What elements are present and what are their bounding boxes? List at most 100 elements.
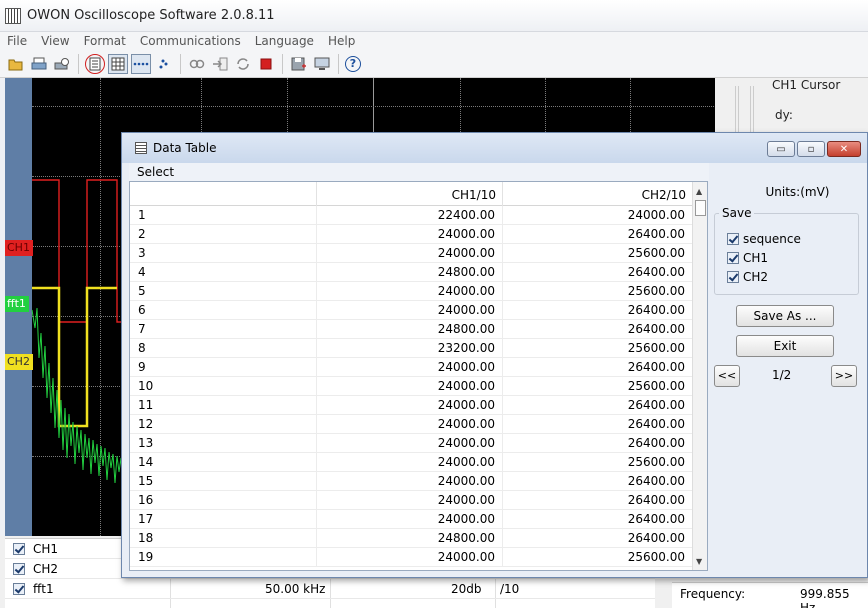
- link-icon[interactable]: [187, 54, 207, 74]
- stop-icon[interactable]: [256, 54, 276, 74]
- ch1-value: 24000.00: [317, 244, 503, 263]
- row-index: 2: [130, 225, 317, 244]
- menu-select[interactable]: Select: [129, 163, 709, 181]
- row-index: 6: [130, 301, 317, 320]
- table-row[interactable]: 12 24000.00 26400.00: [130, 415, 692, 434]
- data-table: CH1/10 CH2/10 1 22400.00 24000.00 2 24000.00…: [129, 181, 708, 571]
- save-as-button[interactable]: Save As ...: [736, 305, 834, 327]
- toolbar-separator: [78, 53, 79, 74]
- ch1-value: 24800.00: [317, 263, 503, 282]
- minimize-button[interactable]: ▭: [767, 141, 795, 157]
- print-icon[interactable]: [29, 54, 49, 74]
- table-row[interactable]: 18 24800.00 26400.00: [130, 529, 692, 548]
- channel-row[interactable]: fft1 50.00 kHz 20db /10: [5, 579, 655, 599]
- ch1-value: 24000.00: [317, 453, 503, 472]
- column-header-index[interactable]: [130, 182, 317, 206]
- menu-file[interactable]: File: [0, 34, 34, 48]
- units-label: Units:(mV): [765, 185, 830, 199]
- frequency-value: 999.855 Hz: [800, 587, 850, 608]
- table-row[interactable]: 16 24000.00 26400.00: [130, 491, 692, 510]
- exit-button[interactable]: Exit: [736, 335, 834, 357]
- next-page-button[interactable]: >>: [831, 365, 857, 387]
- prev-page-button[interactable]: <<: [714, 365, 740, 387]
- restore-button[interactable]: ▫: [797, 141, 825, 157]
- save-icon[interactable]: [289, 54, 309, 74]
- menu-view[interactable]: View: [34, 34, 76, 48]
- table-row[interactable]: 13 24000.00 26400.00: [130, 434, 692, 453]
- save-sequence-option[interactable]: sequence: [727, 232, 801, 246]
- menu-language[interactable]: Language: [248, 34, 321, 48]
- row-index: 12: [130, 415, 317, 434]
- table-row[interactable]: 10 24000.00 25600.00: [130, 377, 692, 396]
- scroll-thumb[interactable]: [695, 200, 706, 216]
- table-row[interactable]: 3 24000.00 25600.00: [130, 244, 692, 263]
- table-row[interactable]: 19 24000.00 25600.00: [130, 548, 692, 567]
- vertical-scrollbar[interactable]: ▲ ▼: [692, 182, 707, 570]
- toolbar: ?: [0, 50, 868, 78]
- ch2-value: 26400.00: [627, 474, 685, 488]
- ch2-checkbox[interactable]: [727, 271, 739, 283]
- data-table-icon[interactable]: [85, 53, 105, 74]
- help-icon[interactable]: ?: [345, 55, 361, 72]
- dialog-titlebar[interactable]: Data Table ▭ ▫ ✕: [122, 133, 867, 163]
- sequence-checkbox[interactable]: [727, 233, 739, 245]
- table-row[interactable]: 9 24000.00 26400.00: [130, 358, 692, 377]
- close-button[interactable]: ✕: [827, 141, 861, 157]
- ch1-checkbox[interactable]: [13, 542, 25, 555]
- fft1-marker[interactable]: fft1: [5, 296, 29, 312]
- ch1-marker[interactable]: CH1: [5, 240, 33, 256]
- channel-db: 20db: [451, 581, 482, 596]
- ch2-value: 26400.00: [627, 493, 685, 507]
- grid-icon[interactable]: [108, 53, 128, 74]
- export-icon[interactable]: [210, 54, 230, 74]
- ch1-value: 24000.00: [317, 415, 503, 434]
- option-label: CH1: [743, 251, 769, 265]
- table-row[interactable]: 4 24800.00 26400.00: [130, 263, 692, 282]
- ch1-waveform: [32, 179, 125, 323]
- ch2-marker[interactable]: CH2: [5, 354, 33, 370]
- scroll-up-icon[interactable]: ▲: [696, 187, 702, 196]
- menu-communications[interactable]: Communications: [133, 34, 248, 48]
- row-index: 5: [130, 282, 317, 301]
- ch1-checkbox[interactable]: [727, 252, 739, 264]
- table-row[interactable]: 14 24000.00 25600.00: [130, 453, 692, 472]
- open-folder-icon[interactable]: [6, 54, 26, 74]
- ch1-value: 23200.00: [317, 339, 503, 358]
- table-row[interactable]: 15 24000.00 26400.00: [130, 472, 692, 491]
- table-row[interactable]: 11 24000.00 26400.00: [130, 396, 692, 415]
- scroll-down-icon[interactable]: ▼: [696, 557, 702, 566]
- toolbar-separator: [282, 53, 283, 74]
- table-row[interactable]: 7 24800.00 26400.00: [130, 320, 692, 339]
- channel-name: CH2: [33, 561, 59, 576]
- ch2-checkbox[interactable]: [13, 562, 25, 575]
- points-icon[interactable]: [154, 54, 174, 74]
- row-index: 8: [130, 339, 317, 358]
- refresh-icon[interactable]: [233, 54, 253, 74]
- table-row[interactable]: 5 24000.00 25600.00: [130, 282, 692, 301]
- column-header-ch2[interactable]: CH2/10: [503, 182, 692, 206]
- ch1-value: 24000.00: [317, 491, 503, 510]
- ch2-value: 26400.00: [627, 227, 685, 241]
- print-preview-icon[interactable]: [52, 54, 72, 74]
- column-header-ch1[interactable]: CH1/10: [317, 182, 503, 206]
- dots-icon[interactable]: [131, 53, 151, 74]
- save-ch1-option[interactable]: CH1: [727, 251, 768, 265]
- monitor-icon[interactable]: [312, 54, 332, 74]
- ch2-value: 25600.00: [627, 341, 685, 355]
- table-row[interactable]: 8 23200.00 25600.00: [130, 339, 692, 358]
- menu-help[interactable]: Help: [321, 34, 362, 48]
- save-ch2-option[interactable]: CH2: [727, 270, 768, 284]
- table-row[interactable]: 6 24000.00 26400.00: [130, 301, 692, 320]
- table-row[interactable]: 2 24000.00 26400.00: [130, 225, 692, 244]
- table-row[interactable]: 17 24000.00 26400.00: [130, 510, 692, 529]
- table-row[interactable]: 1 22400.00 24000.00: [130, 206, 692, 225]
- ch1-value: 24800.00: [317, 529, 503, 548]
- ch1-value: 22400.00: [317, 206, 503, 225]
- row-index: 3: [130, 244, 317, 263]
- row-index: 15: [130, 472, 317, 491]
- fft1-checkbox[interactable]: [13, 582, 25, 595]
- menu-format[interactable]: Format: [77, 34, 133, 48]
- row-index: 13: [130, 434, 317, 453]
- row-index: 19: [130, 548, 317, 567]
- frequency-readout: Frequency: 999.855 Hz: [672, 582, 868, 608]
